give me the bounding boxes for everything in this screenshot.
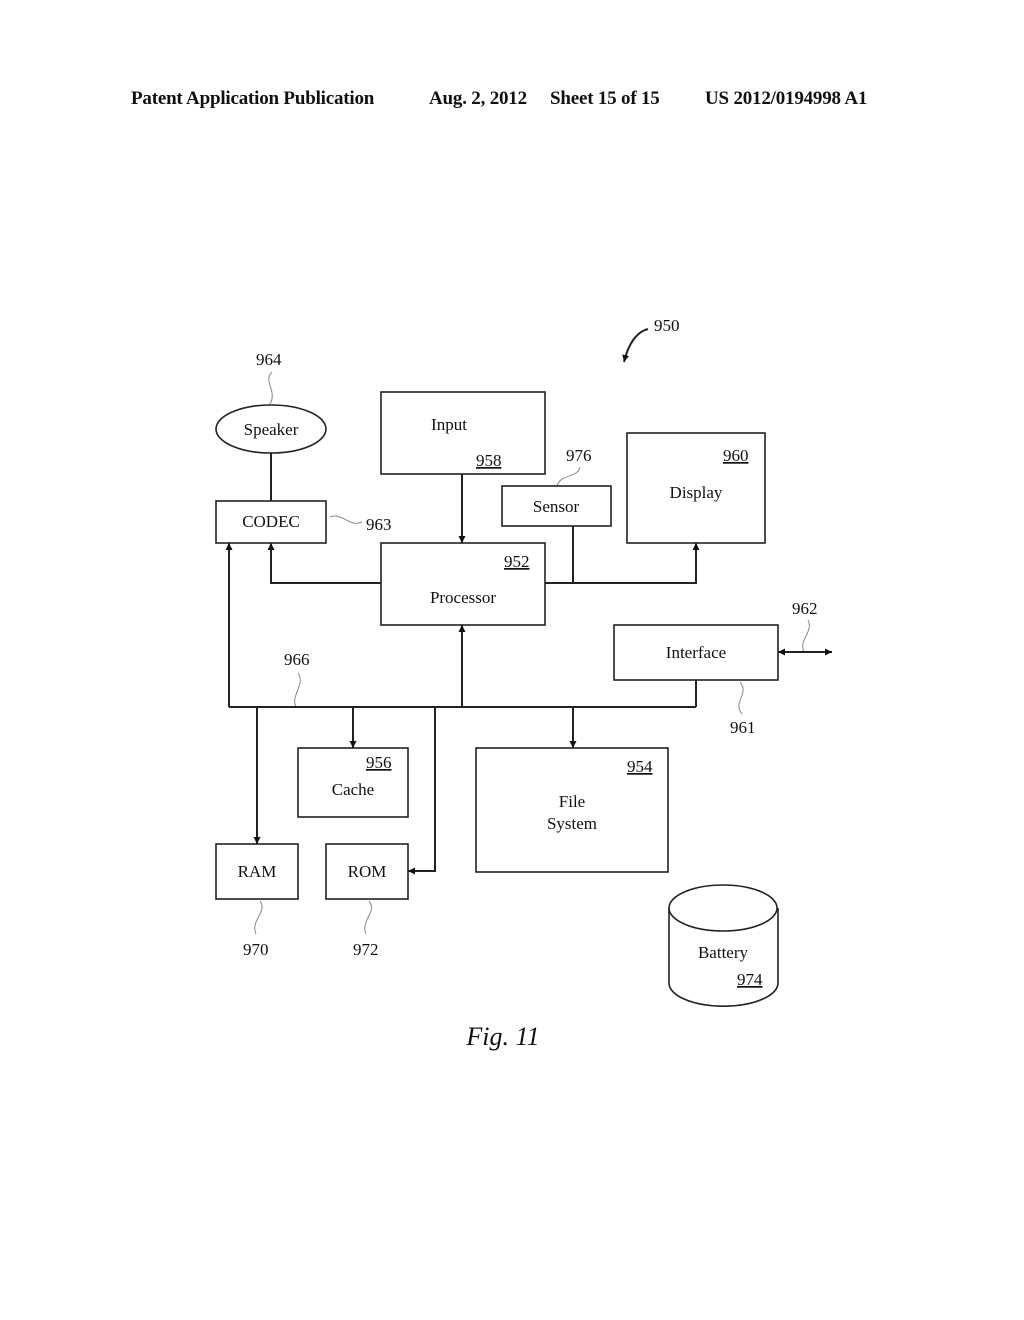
ram-label: RAM <box>238 862 277 881</box>
ram-node: RAM 970 <box>215 843 299 959</box>
speaker-leader-line <box>267 371 273 408</box>
interface-leader-line <box>738 681 744 715</box>
system-reference: 950 <box>622 316 680 363</box>
display-node: 960 Display <box>626 432 766 544</box>
codec-leader-line <box>329 515 363 524</box>
rom-leader-line <box>364 900 372 935</box>
battery-node: Battery 974 <box>668 884 779 1008</box>
rom-label: ROM <box>348 862 387 881</box>
codec-ref: 963 <box>366 515 392 534</box>
speaker-label: Speaker <box>244 420 299 439</box>
file-system-label-line1: File <box>559 792 585 811</box>
file-system-ref: 954 <box>627 757 653 776</box>
cache-ref: 956 <box>366 753 392 772</box>
file-system-node: 954 File System <box>475 747 669 873</box>
ram-ref: 970 <box>243 940 269 959</box>
input-node: Input 958 <box>380 391 546 475</box>
file-system-label-line2: System <box>547 814 597 833</box>
interface-ref: 961 <box>730 718 756 737</box>
processor-to-display-arrow <box>545 543 700 584</box>
rom-node: ROM 972 <box>325 843 409 959</box>
sensor-label: Sensor <box>533 497 580 516</box>
speaker-ref: 964 <box>256 350 282 369</box>
rom-ref: 972 <box>353 940 379 959</box>
sensor-leader-line <box>556 466 581 487</box>
cache-label: Cache <box>332 780 374 799</box>
bus-to-rom-arrow <box>408 707 436 875</box>
interface-link-ref: 962 <box>792 599 818 618</box>
block-diagram: 950 964 Speaker CODEC 963 Input 958 976 … <box>215 316 832 1051</box>
input-ref: 958 <box>476 451 502 470</box>
sensor-ref: 976 <box>566 446 592 465</box>
interface-label: Interface <box>666 643 726 662</box>
input-label: Input <box>431 415 467 434</box>
system-arrow-icon <box>622 328 649 363</box>
codec-node: CODEC 963 <box>215 500 392 544</box>
interface-link-leader-line <box>802 619 810 653</box>
battery-ref: 974 <box>737 970 763 989</box>
figure-caption: Fig. 11 <box>465 1022 539 1051</box>
bus-leader-line <box>294 672 301 708</box>
speaker-node: 964 Speaker <box>215 350 327 454</box>
processor-to-codec-arrow <box>267 543 381 584</box>
interface-node: Interface 962 961 <box>613 599 832 737</box>
cache-node: 956 Cache <box>297 747 409 818</box>
processor-label: Processor <box>430 588 496 607</box>
processor-node: 952 Processor <box>380 542 546 626</box>
ram-leader-line <box>254 900 263 935</box>
battery-label: Battery <box>698 943 749 962</box>
codec-label: CODEC <box>242 512 300 531</box>
battery-cylinder-top <box>668 884 778 932</box>
system-ref-label: 950 <box>654 316 680 335</box>
display-label: Display <box>670 483 723 502</box>
processor-ref: 952 <box>504 552 530 571</box>
display-ref: 960 <box>723 446 749 465</box>
bus-ref: 966 <box>284 650 310 669</box>
